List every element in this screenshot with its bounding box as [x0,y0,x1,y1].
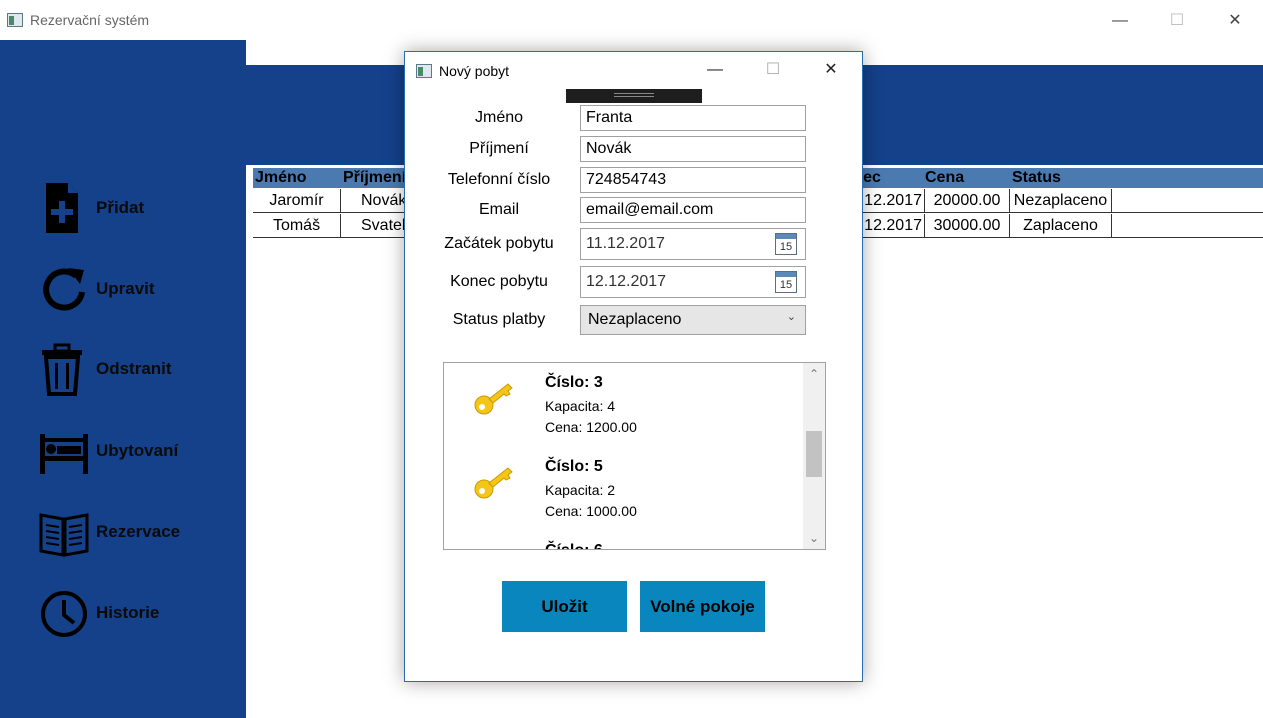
close-button[interactable]: ✕ [1220,8,1250,34]
konec-value: 12.12.2017 [586,273,667,290]
list-item[interactable]: Číslo: 3 Kapacita: 4 Cena: 1200.00 [444,363,801,443]
window-title: Rezervační systém [30,12,150,28]
bed-icon [40,434,88,474]
calendar-icon[interactable]: 15 [775,271,797,293]
status-select[interactable]: Nezaplaceno ⌄ [580,305,806,335]
cell-cena[interactable]: 30000.00 [925,214,1010,238]
sidebar-item-odstranit[interactable]: Odstranit [38,342,238,398]
scroll-down-icon[interactable]: ⌄ [803,529,825,547]
new-stay-dialog: Nový pobyt — ☐ ✕ Jméno Franta Příjmení N… [404,51,863,682]
sidebar-item-label: Upravit [96,279,155,298]
prijmeni-input[interactable]: Novák [580,136,806,162]
drag-grip[interactable] [566,89,702,103]
room-capacity: Kapacita: 4 [545,398,616,414]
scroll-thumb[interactable] [806,431,822,477]
sidebar-item-label: Rezervace [96,522,181,541]
trash-icon [42,343,82,396]
telefon-input[interactable]: 724854743 [580,167,806,193]
sidebar-item-rezervace[interactable]: Rezervace [38,505,238,561]
file-plus-icon [46,183,78,233]
label-jmeno: Jméno [474,109,524,126]
label-telefon: Telefonní číslo [447,171,551,188]
status-value: Nezaplaceno [588,311,682,328]
zacatek-date-picker[interactable]: 11.12.2017 15 [580,228,806,260]
scroll-up-icon[interactable]: ⌃ [803,365,825,383]
sidebar-item-ubytovani[interactable]: Ubytovaní [38,424,238,480]
app-window-icon [7,13,23,27]
zacatek-value: 11.12.2017 [586,235,665,252]
sidebar-item-historie[interactable]: Historie [38,586,238,642]
dialog-minimize-button[interactable]: — [701,58,729,82]
key-icon [474,383,513,415]
room-price: Cena: 1000.00 [545,503,637,519]
column-header-jmeno[interactable]: Jméno [255,169,307,187]
calendar-icon[interactable]: 15 [775,233,797,255]
scrollbar[interactable]: ⌃ ⌄ [803,363,825,549]
room-number: Číslo: 3 [545,374,603,391]
key-icon [474,467,513,499]
refresh-icon [43,268,85,311]
list-item[interactable]: Číslo: 5 Kapacita: 2 Cena: 1000.00 [444,447,801,527]
dialog-window-icon [416,64,432,78]
room-capacity: Kapacita: 2 [545,482,616,498]
column-header-prijmeni[interactable]: Příjmení [343,169,406,187]
room-number: Číslo: 6 [545,542,603,549]
clock-icon [41,591,87,637]
dialog-maximize-button[interactable]: ☐ [759,58,787,82]
dialog-title: Nový pobyt [439,63,510,79]
label-status: Status platby [452,311,546,328]
label-email: Email [478,201,519,218]
cell-cena[interactable]: 20000.00 [925,189,1010,213]
email-input[interactable]: email@email.com [580,197,806,223]
sidebar: Přidat Upravit Odstranit Ubytovaní Rezer… [0,40,246,718]
cell-jmeno[interactable]: Jaromír [253,189,341,213]
chevron-down-icon: ⌄ [786,311,796,323]
book-icon [39,513,89,557]
title-bar: Rezervační systém — ☐ ✕ [0,0,1263,40]
room-list[interactable]: Číslo: 3 Kapacita: 4 Cena: 1200.00 Číslo… [443,362,826,550]
konec-date-picker[interactable]: 12.12.2017 15 [580,266,806,298]
label-prijmeni: Příjmení [469,140,529,157]
cell-status[interactable]: Nezaplaceno [1010,189,1112,213]
room-number: Číslo: 5 [545,458,603,475]
list-item[interactable]: Číslo: 6 [444,531,801,549]
sidebar-item-label: Odstranit [96,359,172,378]
save-button[interactable]: Uložit [502,581,627,632]
label-konec: Konec pobytu [450,273,548,290]
column-header-status[interactable]: Status [1012,169,1061,187]
cell-status[interactable]: Zaplaceno [1010,214,1112,238]
column-header-cena[interactable]: Cena [925,169,964,187]
dialog-close-button[interactable]: ✕ [817,58,845,82]
jmeno-input[interactable]: Franta [580,105,806,131]
sidebar-item-label: Přidat [96,198,145,217]
cell-jmeno[interactable]: Tomáš [253,214,341,238]
sidebar-item-upravit[interactable]: Upravit [38,262,238,318]
sidebar-item-label: Historie [96,603,160,622]
sidebar-item-pridat[interactable]: Přidat [38,181,238,237]
label-zacatek: Začátek pobytu [444,235,554,252]
minimize-button[interactable]: — [1105,8,1135,34]
maximize-button[interactable]: ☐ [1162,8,1192,34]
room-price: Cena: 1200.00 [545,419,637,435]
sidebar-item-label: Ubytovaní [96,441,179,460]
free-rooms-button[interactable]: Volné pokoje [640,581,765,632]
